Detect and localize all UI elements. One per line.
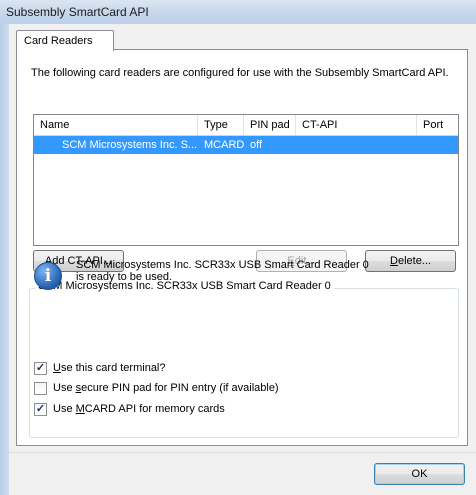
use-card-terminal-label[interactable]: Use this card terminal? xyxy=(53,362,166,374)
cell-name: SCM Microsystems Inc. S... xyxy=(62,139,196,151)
use-card-terminal-accel: U xyxy=(53,362,61,374)
reader-status-line2: is ready to be used. xyxy=(76,271,173,283)
column-header-pin-pad[interactable]: PIN pad xyxy=(244,115,296,135)
tab-card-readers[interactable]: Card Readers xyxy=(16,30,114,51)
reader-status-text: SCM Microsystems Inc. SCR33x USB Smart C… xyxy=(76,259,416,283)
secure-pin-pad-checkbox[interactable] xyxy=(34,382,47,395)
mcard-api-checkbox[interactable]: ✓ xyxy=(34,403,47,416)
cell-type: MCARD xyxy=(204,139,244,151)
window-frame-left xyxy=(0,24,9,495)
column-header-port[interactable]: Port xyxy=(417,115,458,135)
ok-button[interactable]: OK xyxy=(374,463,465,485)
footer-separator xyxy=(9,452,476,453)
secure-pin-pad-label[interactable]: Use secure PIN pad for PIN entry (if ava… xyxy=(53,382,279,394)
tab-card-readers-label: Card Readers xyxy=(24,35,93,47)
mcard-api-accel: M xyxy=(75,403,85,415)
mcard-api-post: CARD API for memory cards xyxy=(84,403,225,415)
window-title: Subsembly SmartCard API xyxy=(6,5,149,19)
secure-pin-pad-pre: Use xyxy=(53,382,76,394)
list-header: Name Type PIN pad CT-API Port xyxy=(34,115,458,136)
column-header-type[interactable]: Type xyxy=(198,115,244,135)
column-header-name[interactable]: Name xyxy=(34,115,198,135)
use-card-terminal-post: se this card terminal? xyxy=(60,362,166,374)
title-bar[interactable]: Subsembly SmartCard API xyxy=(0,0,476,25)
mcard-api-label[interactable]: Use MCARD API for memory cards xyxy=(53,403,225,415)
cell-pin-pad: off xyxy=(250,139,263,151)
information-icon: i xyxy=(34,262,62,290)
use-card-terminal-checkbox[interactable]: ✓ xyxy=(34,362,47,375)
cell-ct-api xyxy=(302,136,412,154)
secure-pin-pad-post: ecure PIN pad for PIN entry (if availabl… xyxy=(81,382,279,394)
description-text: The following card readers are configure… xyxy=(31,67,449,79)
mcard-api-pre: Use xyxy=(53,403,76,415)
card-readers-list[interactable]: Name Type PIN pad CT-API Port SCM Micros… xyxy=(33,114,459,246)
cell-port xyxy=(423,136,457,154)
column-header-ct-api[interactable]: CT-API xyxy=(296,115,417,135)
list-item[interactable]: SCM Microsystems Inc. S... MCARD off xyxy=(34,136,458,154)
dialog-window: Subsembly SmartCard API Card Readers The… xyxy=(0,0,476,495)
reader-status-line1: SCM Microsystems Inc. SCR33x USB Smart C… xyxy=(76,259,369,271)
